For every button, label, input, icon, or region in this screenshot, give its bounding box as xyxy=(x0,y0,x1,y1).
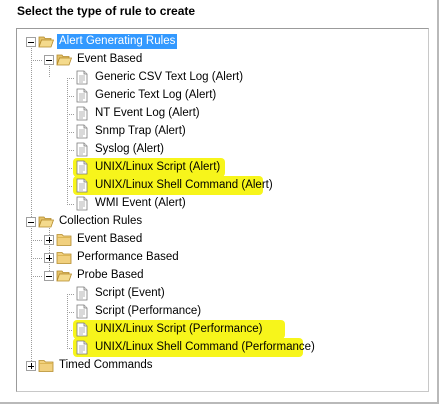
rule-document-icon xyxy=(76,178,88,193)
folder-icon xyxy=(56,252,72,264)
rule-document-icon xyxy=(76,340,88,355)
tree-guide-line xyxy=(31,42,32,366)
rule-document-icon xyxy=(76,286,88,301)
tree-node-label: Timed Commands xyxy=(59,359,153,371)
wizard-page: Select the type of rule to create Alert … xyxy=(0,0,439,404)
folder-icon xyxy=(38,360,54,372)
tree-leaf-label: UNIX/Linux Shell Command (Performance) xyxy=(95,341,315,353)
rule-document-icon xyxy=(76,196,88,211)
rule-document-icon xyxy=(76,160,88,175)
collapse-toggle[interactable] xyxy=(44,271,54,281)
rule-document-icon xyxy=(76,106,88,121)
tree-leaf-label: Syslog (Alert) xyxy=(95,143,165,155)
rule-document-icon xyxy=(76,124,88,139)
tree-leaf-label: Generic Text Log (Alert) xyxy=(95,89,217,101)
tree-guide-line xyxy=(67,294,68,348)
tree-node-label: Alert Generating Rules xyxy=(57,34,178,49)
tree-node-label: Event Based xyxy=(77,53,143,65)
rule-document-icon xyxy=(76,322,88,337)
rule-document-icon xyxy=(76,142,88,157)
tree-leaf-label: NT Event Log (Alert) xyxy=(95,107,200,119)
folder-open-icon xyxy=(56,270,72,282)
tree-leaf-label: Generic CSV Text Log (Alert) xyxy=(95,71,244,83)
tree-node-label: Probe Based xyxy=(77,269,144,281)
tree-content: Alert Generating Rules Event Based Gener… xyxy=(17,29,428,391)
folder-icon xyxy=(56,234,72,246)
page-title: Select the type of rule to create xyxy=(17,4,196,18)
rule-document-icon xyxy=(76,88,88,103)
tree-leaf-label: UNIX/Linux Script (Performance) xyxy=(95,323,263,335)
expand-toggle[interactable] xyxy=(44,253,54,263)
folder-open-icon xyxy=(38,216,54,228)
tree-guide-line xyxy=(31,258,43,259)
tree-guide-line xyxy=(31,60,43,61)
tree-guide-line xyxy=(31,276,43,277)
expand-toggle[interactable] xyxy=(44,235,54,245)
tree-node-label: Event Based xyxy=(77,233,143,245)
tree-node-label: Collection Rules xyxy=(59,215,143,227)
tree-leaf-label: Snmp Trap (Alert) xyxy=(95,125,186,137)
tree-leaf-label: UNIX/Linux Script (Alert) xyxy=(95,161,221,173)
expand-toggle[interactable] xyxy=(26,361,36,371)
tree-leaf-label: WMI Event (Alert) xyxy=(95,197,186,209)
tree-leaf-label: Script (Performance) xyxy=(95,305,202,317)
folder-open-icon xyxy=(56,54,72,66)
tree-guide-line xyxy=(49,222,50,276)
collapse-toggle[interactable] xyxy=(44,55,54,65)
rule-type-tree[interactable]: Alert Generating Rules Event Based Gener… xyxy=(16,28,429,392)
tree-leaf-label: UNIX/Linux Shell Command (Alert) xyxy=(95,179,273,191)
collapse-toggle[interactable] xyxy=(26,217,36,227)
tree-leaf-label: Script (Event) xyxy=(95,287,165,299)
folder-open-icon xyxy=(38,36,54,48)
collapse-toggle[interactable] xyxy=(26,37,36,47)
rule-document-icon xyxy=(76,304,88,319)
rule-document-icon xyxy=(76,70,88,85)
tree-node-label: Performance Based xyxy=(77,251,179,263)
tree-guide-line xyxy=(31,240,43,241)
